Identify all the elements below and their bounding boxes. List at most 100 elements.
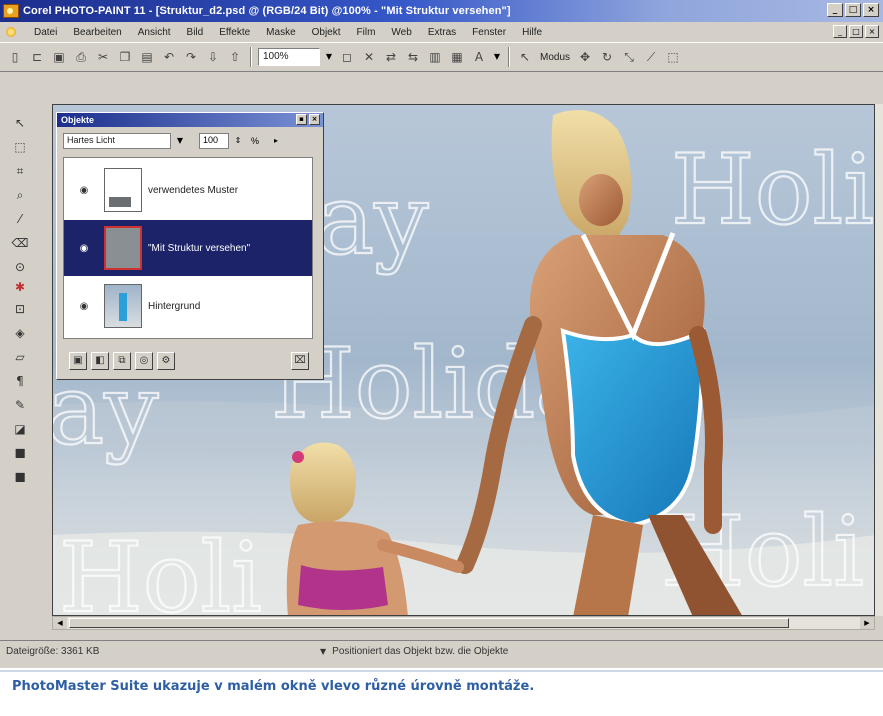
perspective-icon[interactable]: ⬚	[664, 48, 682, 66]
close-button[interactable]: ×	[863, 3, 879, 17]
text-tool-icon[interactable]: ¶	[9, 372, 31, 390]
save-icon[interactable]: ▣	[50, 48, 68, 66]
merge-mode-arrow-icon[interactable]: ▼	[174, 133, 186, 149]
open-file-icon[interactable]: ⊏	[28, 48, 46, 66]
visibility-eye-icon[interactable]: ◉	[64, 301, 104, 312]
menu-fenster[interactable]: Fenster	[464, 27, 514, 38]
menu-web[interactable]: Web	[383, 27, 419, 38]
export-icon[interactable]: ⇧	[226, 48, 244, 66]
menu-extras[interactable]: Extras	[420, 27, 464, 38]
paint-tool-icon[interactable]: ✎	[9, 396, 31, 414]
opacity-input[interactable]: 100	[199, 133, 229, 149]
help-pointer-icon[interactable]: ↖	[516, 48, 534, 66]
file-size-status: Dateigröße: 3361 KB	[6, 646, 100, 657]
object-properties-icon[interactable]: ⚙	[157, 352, 175, 370]
redo-icon[interactable]: ↷	[182, 48, 200, 66]
watermark-fragment-5: Holi	[59, 522, 262, 616]
layer-row-pattern[interactable]: ◉ verwendetes Muster	[64, 162, 312, 218]
combine-objects-icon[interactable]: ⧉	[113, 352, 131, 370]
document-sun-icon[interactable]	[4, 25, 18, 39]
docker-close-button[interactable]: ×	[309, 114, 320, 125]
doc-close-button[interactable]: ×	[865, 25, 879, 38]
color-swatch-icon[interactable]: ◼	[9, 444, 31, 462]
maximize-button[interactable]: □	[845, 3, 861, 17]
layer-row-structure[interactable]: ◉ "Mit Struktur versehen"	[64, 220, 312, 276]
menu-datei[interactable]: Datei	[26, 27, 65, 38]
docker-dock-button[interactable]: ▪	[296, 114, 307, 125]
layer-name: Hintergrund	[148, 300, 201, 312]
scroll-right-arrow-icon[interactable]: ▶	[860, 617, 874, 629]
eraser-icon[interactable]: ⌫	[9, 234, 31, 252]
scale-icon[interactable]: ⤡	[620, 48, 638, 66]
menu-bearbeiten[interactable]: Bearbeiten	[65, 27, 129, 38]
menu-bar: Datei Bearbeiten Ansicht Bild Effekte Ma…	[0, 22, 883, 42]
move-icon[interactable]: ✥	[576, 48, 594, 66]
red-eye-icon[interactable]: ⊙	[9, 258, 31, 276]
scroll-left-arrow-icon[interactable]: ◀	[53, 617, 67, 629]
menu-ansicht[interactable]: Ansicht	[130, 27, 179, 38]
menu-film[interactable]: Film	[349, 27, 384, 38]
clone-tool-icon[interactable]: ✱	[9, 278, 31, 296]
print-icon[interactable]: ⎙	[72, 48, 90, 66]
zoom-dropdown-arrow-icon[interactable]: ▼	[322, 48, 336, 66]
shape-tool-icon[interactable]: ▱	[9, 348, 31, 366]
app-logo-icon[interactable]	[3, 4, 19, 18]
visibility-eye-icon[interactable]: ◉	[64, 243, 104, 254]
opacity-spinner-icon[interactable]: ⇕	[232, 133, 244, 149]
paste-icon[interactable]: ▤	[138, 48, 156, 66]
objects-docker: Objekte ▪ × Hartes Licht ▼ 100 ⇕ % ▸ ◉ v…	[56, 112, 324, 380]
rotate-icon[interactable]: ↻	[598, 48, 616, 66]
title-bar[interactable]: Corel PHOTO-PAINT 11 - [Struktur_d2.psd …	[0, 0, 883, 22]
docker-menu-arrow-icon[interactable]: ▸	[270, 133, 282, 149]
object-mask-icon[interactable]: ◎	[135, 352, 153, 370]
vertical-scrollbar[interactable]	[875, 104, 883, 616]
new-object-icon[interactable]: ▣	[69, 352, 87, 370]
menu-maske[interactable]: Maske	[258, 27, 303, 38]
document-window-controls: _ □ ×	[833, 25, 879, 38]
new-lens-icon[interactable]: ◧	[91, 352, 109, 370]
effect-tool-icon[interactable]: ◪	[9, 420, 31, 438]
full-screen-icon[interactable]: ◻	[338, 48, 356, 66]
new-file-icon[interactable]: ▯	[6, 48, 24, 66]
distort-icon[interactable]: ⟋	[642, 48, 660, 66]
horizontal-scrollbar[interactable]: ◀ ▶	[52, 616, 875, 630]
menu-bild[interactable]: Bild	[179, 27, 212, 38]
grid-icon[interactable]: ▦	[448, 48, 466, 66]
objects-docker-titlebar[interactable]: Objekte ▪ ×	[57, 113, 323, 127]
text-dropdown-arrow-icon[interactable]: ▼	[490, 48, 504, 66]
retouch-brush-icon[interactable]: ⊡	[9, 300, 31, 318]
menu-objekt[interactable]: Objekt	[304, 27, 349, 38]
standard-toolbar: ▯ ⊏ ▣ ⎙ ✂ ❐ ▤ ↶ ↷ ⇩ ⇧ 100% ▼ ◻ ✕ ⇄ ⇆ ▥ ▦…	[0, 42, 883, 72]
scroll-thumb[interactable]	[69, 618, 789, 628]
menu-effekte[interactable]: Effekte	[211, 27, 258, 38]
layer-thumbnail	[104, 284, 142, 328]
undo-icon[interactable]: ↶	[160, 48, 178, 66]
window-title: Corel PHOTO-PAINT 11 - [Struktur_d2.psd …	[23, 5, 511, 17]
corel-photo-paint-window: Corel PHOTO-PAINT 11 - [Struktur_d2.psd …	[0, 0, 883, 668]
eyedropper-icon[interactable]: ⁄	[9, 210, 31, 228]
cut-icon[interactable]: ✂	[94, 48, 112, 66]
layer-row-background[interactable]: ◉ Hintergrund	[64, 278, 312, 334]
doc-minimize-button[interactable]: _	[833, 25, 847, 38]
zoom-tool-icon[interactable]: ⌕	[9, 186, 31, 204]
copy-icon[interactable]: ❐	[116, 48, 134, 66]
visibility-eye-icon[interactable]: ◉	[64, 185, 104, 196]
text-tool-icon[interactable]: A	[470, 48, 488, 66]
pick-tool-icon[interactable]: ↖	[9, 114, 31, 132]
menu-hilfe[interactable]: Hilfe	[514, 27, 550, 38]
trash-icon[interactable]: ⌧	[291, 352, 309, 370]
object-picker-icon[interactable]: ⇆	[404, 48, 422, 66]
paper-color-icon[interactable]: ◼	[9, 468, 31, 486]
doc-restore-button[interactable]: □	[849, 25, 863, 38]
object-mode-icon[interactable]: ⇄	[382, 48, 400, 66]
zoom-level-input[interactable]: 100%	[258, 48, 320, 66]
marquee-icon[interactable]: ▥	[426, 48, 444, 66]
minimize-button[interactable]: _	[827, 3, 843, 17]
mask-tool-icon[interactable]: ⬚	[9, 138, 31, 156]
crop-tool-icon[interactable]: ⌗	[9, 162, 31, 180]
fill-tool-icon[interactable]: ◈	[9, 324, 31, 342]
mask-icon[interactable]: ✕	[360, 48, 378, 66]
import-icon[interactable]: ⇩	[204, 48, 222, 66]
objects-controls: Hartes Licht ▼ 100 ⇕ % ▸	[57, 127, 323, 155]
merge-mode-select[interactable]: Hartes Licht	[63, 133, 171, 149]
